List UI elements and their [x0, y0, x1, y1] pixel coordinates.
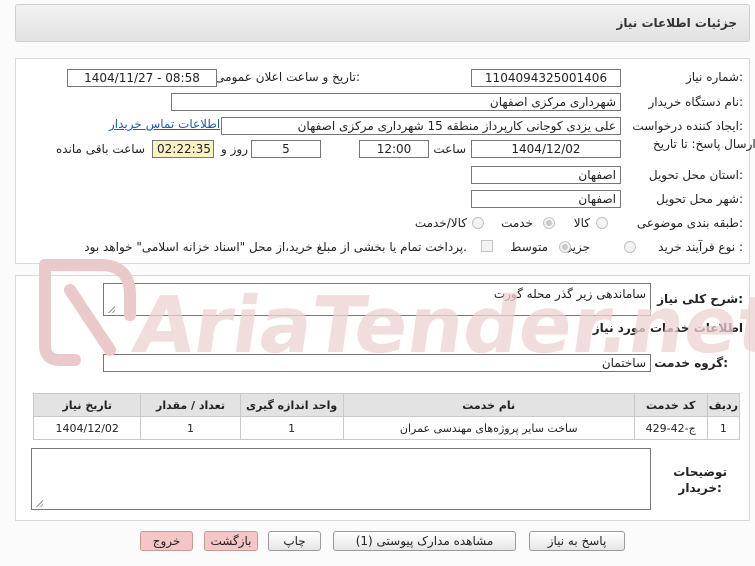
deadline-label-text: مهلت ارسال پاسخ: تا تاریخ:	[653, 137, 755, 151]
info-panel	[15, 58, 750, 264]
col-unit: واحد اندازه گیری	[239, 393, 344, 417]
category-option-goods-label: کالا	[573, 216, 590, 230]
services-table: ردیف کد خدمت نام خدمت واحد اندازه گیری ت…	[32, 393, 741, 440]
city-label: شهر محل تحویل:	[656, 192, 743, 206]
col-service-name: نام خدمت	[342, 393, 635, 417]
days-label: روز و	[221, 142, 248, 156]
announce-datetime-label: تاریخ و ساعت اعلان عمومی:	[215, 70, 360, 84]
buyer-org-field: شهرداری مرکزی اصفهان	[171, 93, 621, 111]
deadline-date-field: 1404/12/02	[471, 140, 621, 158]
service-group-label: گروه خدمت:	[654, 356, 728, 370]
description-field: ساماندهی زیر گذر محله گورت	[103, 283, 651, 316]
process-type-label: نوع فرآیند خرید :	[658, 240, 743, 254]
deadline-time-field: 12:00	[359, 140, 429, 158]
category-option-goods-radio[interactable]	[596, 217, 608, 229]
cell-unit: 1	[239, 416, 344, 440]
need-number-field: 1104094325001406	[471, 69, 621, 87]
buyer-notes-field	[31, 448, 651, 510]
description-text: ساماندهی زیر گذر محله گورت	[493, 287, 646, 301]
service-group-field: ساختمان	[103, 354, 651, 372]
cell-service-code: ج-42-429	[633, 416, 708, 440]
deadline-time-label: ساعت	[433, 142, 466, 156]
remaining-label: ساعت باقی مانده	[55, 142, 145, 156]
province-label: استان محل تحویل:	[648, 168, 743, 182]
category-option-both-radio[interactable]	[472, 217, 484, 229]
need-number-label: شماره نیاز:	[685, 70, 743, 84]
services-header: اطلاعات خدمات مورد نیاز	[592, 321, 743, 335]
buyer-notes-label: توضیحات خریدار:	[673, 464, 727, 496]
category-label: طبقه بندی موضوعی:	[636, 216, 743, 230]
view-attachments-button[interactable]: مشاهده مدارک پیوستی (1)	[333, 531, 516, 551]
reply-button[interactable]: پاسخ به نیاز	[529, 531, 625, 551]
treasury-payment-note: پرداخت تمام یا بخشی از مبلغ خرید،از محل …	[84, 240, 467, 254]
contact-buyer-link[interactable]: اطلاعات تماس خریدار	[109, 117, 220, 131]
province-field: اصفهان	[471, 166, 621, 184]
treasury-payment-checkbox[interactable]	[481, 240, 493, 252]
cell-row: 1	[706, 416, 741, 440]
process-option-medium-radio[interactable]	[559, 241, 571, 253]
buyer-org-label: نام دستگاه خریدار:	[648, 95, 744, 109]
announce-datetime-field: 1404/11/27 - 08:58	[67, 69, 217, 87]
requester-field: علی یزدی کوجانی کارپرداز منطقه 15 شهردار…	[221, 117, 621, 135]
cell-quantity: 1	[140, 416, 241, 440]
col-need-date: تاریخ نیاز	[32, 393, 142, 417]
category-option-both-label: کالا/خدمت	[414, 216, 467, 230]
exit-button[interactable]: خروج	[140, 531, 193, 551]
page-title-bar: جزئیات اطلاعات نیاز	[15, 4, 750, 42]
resize-handle-icon[interactable]	[107, 305, 115, 313]
col-quantity: تعداد / مقدار	[140, 393, 241, 417]
city-field: اصفهان	[471, 190, 621, 208]
buyer-notes-label-line2: خریدار:	[678, 481, 722, 495]
description-label: شرح کلی نیاز:	[657, 292, 743, 306]
notes-resize-handle-icon[interactable]	[35, 499, 43, 507]
cell-service-name: ساخت سایر پروژه‌های مهندسی عمران	[342, 416, 635, 440]
buyer-notes-label-line1: توضیحات	[673, 465, 727, 479]
page-title: جزئیات اطلاعات نیاز	[616, 16, 737, 30]
table-header-row: ردیف کد خدمت نام خدمت واحد اندازه گیری ت…	[32, 393, 741, 417]
col-row: ردیف	[706, 393, 741, 417]
process-option-medium-label: متوسط	[510, 240, 548, 254]
print-button[interactable]: چاپ	[268, 531, 321, 551]
remaining-time-field: 02:22:35	[152, 140, 214, 158]
category-option-service-label: خدمت	[501, 216, 533, 230]
days-remaining-field: 5	[251, 140, 321, 158]
cell-need-date: 1404/12/02	[32, 416, 142, 440]
requester-label: ایجاد کننده درخواست:	[632, 119, 743, 133]
category-option-service-radio[interactable]	[543, 217, 555, 229]
table-row: 1 ج-42-429 ساخت سایر پروژه‌های مهندسی عم…	[32, 416, 741, 440]
col-service-code: کد خدمت	[633, 393, 708, 417]
back-button[interactable]: بازگشت	[204, 531, 258, 551]
deadline-label: مهلت ارسال پاسخ: تا تاریخ:	[653, 137, 755, 152]
process-option-minor-radio[interactable]	[624, 241, 636, 253]
